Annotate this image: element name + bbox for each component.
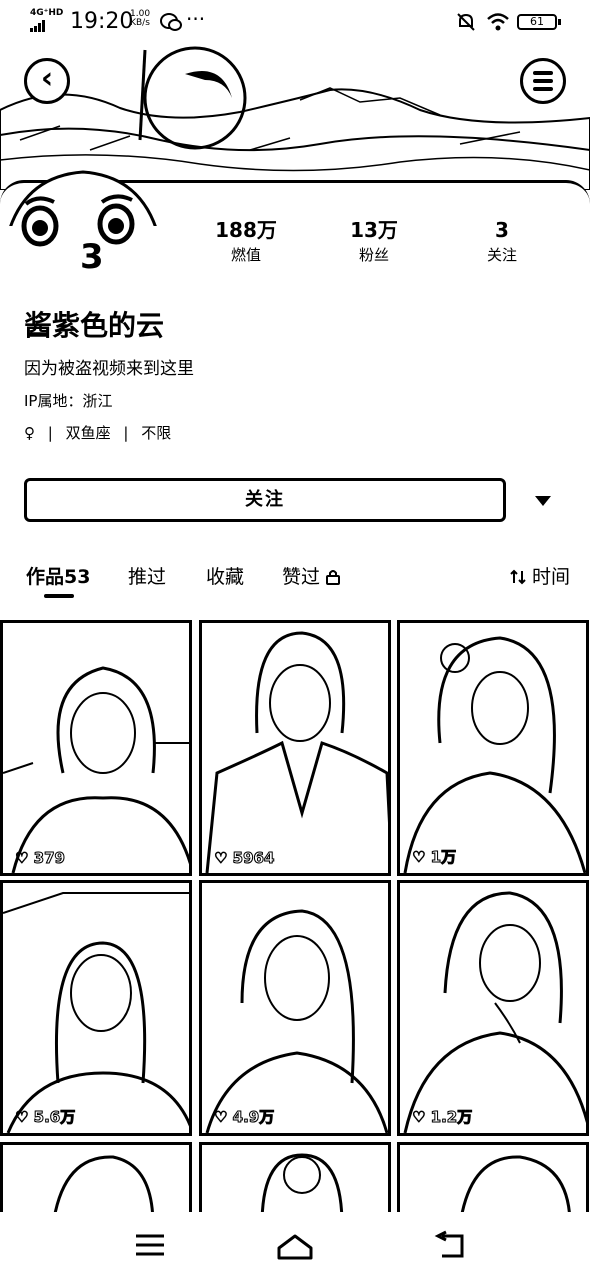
- status-time: 19:20: [70, 9, 134, 34]
- recent-apps-button[interactable]: [130, 1230, 170, 1260]
- video-tile[interactable]: ♡ 5.6万: [0, 880, 192, 1136]
- tag-separator: |: [123, 424, 129, 442]
- like-count-value: 5964: [232, 849, 275, 868]
- tab-works[interactable]: 作品53: [26, 562, 90, 589]
- tab-favorites[interactable]: 收藏: [206, 562, 244, 589]
- avatar[interactable]: 3: [8, 168, 158, 288]
- video-thumbnail: [403, 636, 586, 873]
- profile-bio: 因为被盗视频来到这里: [24, 359, 194, 379]
- like-count: ♡ 4.9万: [213, 1108, 275, 1127]
- video-tile[interactable]: ♡ 4.9万: [199, 880, 391, 1136]
- active-tab-indicator: [44, 594, 74, 598]
- video-tile[interactable]: ♡ 5964: [199, 620, 391, 876]
- like-count-value: 5.6万: [33, 1108, 76, 1127]
- like-count-value: 379: [33, 849, 65, 868]
- video-tile[interactable]: [199, 1142, 391, 1222]
- like-count: ♡ 1万: [411, 848, 457, 867]
- speed-unit: KB/s: [130, 18, 150, 28]
- like-count: ♡ 379: [15, 849, 66, 868]
- video-thumbnail: [3, 892, 189, 1133]
- caret-down-icon: [535, 496, 551, 506]
- more-options-button[interactable]: [528, 486, 558, 516]
- like-count: ♡ 5.6万: [14, 1108, 76, 1127]
- menu-icon-line: [533, 87, 553, 91]
- video-thumbnail: [205, 909, 388, 1133]
- stat-value: 13万: [350, 218, 398, 242]
- menu-icon-line: [533, 79, 553, 83]
- video-thumbnail: [52, 1155, 155, 1219]
- stat-label: 粉丝: [358, 246, 389, 264]
- like-count-value: 1.2万: [430, 1108, 473, 1127]
- menu-icon: [533, 71, 553, 75]
- video-thumbnail: [459, 1155, 572, 1219]
- system-nav-bar: [0, 1212, 590, 1280]
- sort-button[interactable]: 时间: [510, 562, 570, 589]
- tab-recommended[interactable]: 推过: [128, 562, 166, 589]
- stat-label: 燃值: [230, 246, 261, 264]
- gender-icon: ♀: [24, 424, 35, 442]
- sort-label: 时间: [531, 566, 570, 588]
- content-tabs: 作品53 推过 收藏 赞过: [0, 556, 590, 596]
- status-bar: 4G⁺HD 19:20 1.00 KB/s ··· 61: [0, 0, 590, 44]
- network-speed: 1.00 KB/s: [130, 10, 150, 28]
- video-thumbnail: [403, 891, 586, 1133]
- battery-icon: 61: [517, 14, 561, 30]
- ip-location: IP属地：浙江: [24, 392, 113, 410]
- svg-text:3: 3: [80, 237, 104, 277]
- signal-icon: [30, 20, 45, 32]
- more-notifications: ···: [186, 7, 206, 31]
- video-tile[interactable]: [0, 1142, 192, 1222]
- stat-label: 关注: [486, 246, 517, 264]
- profile-tags: ♀ | 双鱼座 | 不限: [24, 422, 179, 443]
- like-count-value: 4.9万: [232, 1108, 275, 1127]
- video-tile[interactable]: ♡ 1.2万: [397, 880, 589, 1136]
- back-button[interactable]: ‹: [24, 58, 70, 104]
- profile-name: 酱紫色的云: [24, 309, 165, 342]
- tag-zodiac: 双鱼座: [65, 424, 111, 442]
- lock-icon: [326, 570, 341, 585]
- video-thumbnail: [205, 631, 388, 873]
- video-grid: ♡ 379 ♡ 5964 ♡ 1万 ♡ 5.6万 ♡ 4.9万 ♡ 1.2万: [0, 616, 590, 1222]
- follow-button[interactable]: 关注: [24, 478, 506, 522]
- home-button[interactable]: [275, 1230, 315, 1260]
- tab-liked[interactable]: 赞过: [282, 562, 341, 589]
- video-tile[interactable]: [397, 1142, 589, 1222]
- stat-value: 188万: [215, 218, 277, 242]
- tag-separator: |: [47, 424, 53, 442]
- wifi-icon: [487, 13, 509, 31]
- video-thumbnail: [260, 1153, 344, 1219]
- stat-value: 3: [495, 218, 509, 242]
- tab-liked-label: 赞过: [282, 566, 321, 588]
- tag-orientation: 不限: [141, 424, 172, 442]
- menu-button[interactable]: [520, 58, 566, 104]
- video-tile[interactable]: ♡ 379: [0, 620, 192, 876]
- like-count: ♡ 1.2万: [411, 1108, 473, 1127]
- like-count-value: 1万: [430, 848, 457, 867]
- video-thumbnail: [3, 666, 189, 873]
- stat-following[interactable]: 3 关注: [452, 216, 552, 266]
- network-indicator: 4G⁺HD: [30, 8, 64, 18]
- like-count: ♡ 5964: [213, 849, 275, 868]
- video-tile[interactable]: ♡ 1万: [397, 620, 589, 876]
- mute-bell-icon: [457, 13, 475, 31]
- sort-icon: [510, 569, 526, 585]
- stat-burn-value[interactable]: 188万 燃值: [196, 216, 296, 266]
- back-nav-button[interactable]: [430, 1230, 470, 1260]
- stat-followers[interactable]: 13万 粉丝: [324, 216, 424, 266]
- wechat-icon: [160, 13, 182, 31]
